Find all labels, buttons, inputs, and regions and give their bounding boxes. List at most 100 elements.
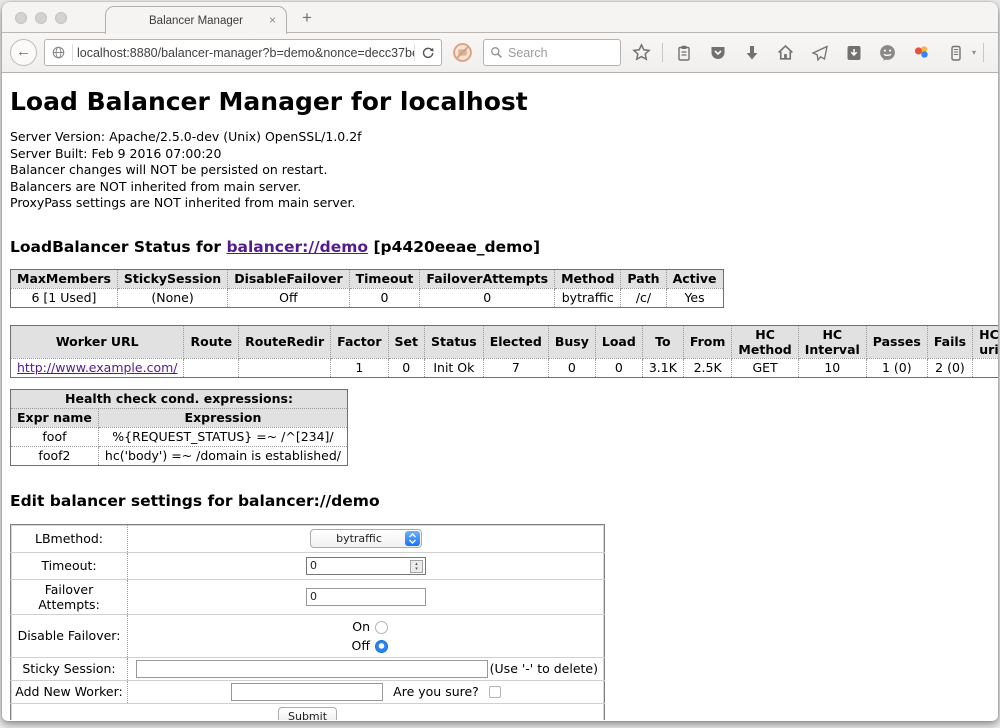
col-expression: Expression bbox=[98, 408, 347, 427]
col-factor: Factor bbox=[331, 325, 388, 358]
cell-hc-interval: 10 bbox=[798, 358, 866, 377]
disable-failover-label: Disable Failover: bbox=[11, 614, 128, 657]
cell-fails: 2 (0) bbox=[927, 358, 972, 377]
col-from: From bbox=[683, 325, 732, 358]
zoom-window-button[interactable] bbox=[55, 12, 67, 24]
col-expr-name: Expr name bbox=[11, 408, 99, 427]
submit-button[interactable]: Submit bbox=[278, 707, 337, 721]
timeout-input[interactable] bbox=[306, 557, 426, 575]
cell-failoverattempts: 0 bbox=[420, 288, 555, 307]
select-stepper-icon bbox=[405, 531, 420, 546]
confirm-label: Are you sure? bbox=[393, 684, 479, 699]
reload-icon[interactable] bbox=[415, 46, 441, 60]
search-bar[interactable] bbox=[483, 39, 621, 66]
form-row-disable-failover: Disable Failover: On Off bbox=[11, 614, 605, 657]
cell-status: Init Ok bbox=[425, 358, 484, 377]
toolbar-divider bbox=[983, 43, 984, 62]
navigation-toolbar: ← localhost:8880/balancer-manager?b=demo… bbox=[2, 33, 998, 73]
form-row-failover-attempts: Failover Attempts: bbox=[11, 579, 605, 614]
form-row-lbmethod: LBmethod: bytraffic bbox=[11, 524, 605, 552]
feedback-smiley-icon[interactable] bbox=[874, 39, 901, 66]
failover-attempts-label: Failover Attempts: bbox=[11, 579, 128, 614]
sticky-session-input[interactable] bbox=[136, 660, 488, 678]
col-disablefailover: DisableFailover bbox=[228, 269, 349, 288]
globe-icon bbox=[45, 45, 72, 60]
table-row: foof2 hc('body') =~ /domain is establish… bbox=[11, 446, 348, 465]
lbmethod-label: LBmethod: bbox=[11, 524, 128, 552]
balancer-demo-link[interactable]: balancer://demo bbox=[226, 238, 368, 256]
col-method: Method bbox=[555, 269, 621, 288]
timeout-label: Timeout: bbox=[11, 552, 128, 579]
cell-expression: hc('body') =~ /domain is established/ bbox=[98, 446, 347, 465]
tab-balancer-manager[interactable]: Balancer Manager × bbox=[105, 6, 287, 34]
disable-failover-on-radio[interactable] bbox=[375, 621, 388, 634]
send-plane-icon[interactable] bbox=[806, 39, 833, 66]
search-input[interactable] bbox=[508, 46, 608, 60]
download-icon[interactable] bbox=[738, 39, 765, 66]
table-header-row: Worker URL Route RouteRedir Factor Set S… bbox=[11, 325, 999, 358]
col-fails: Fails bbox=[927, 325, 972, 358]
menu-hamburger-icon[interactable] bbox=[991, 39, 998, 66]
failover-attempts-input[interactable] bbox=[306, 588, 426, 606]
col-hc-method: HC Method bbox=[732, 325, 798, 358]
color-dots-icon[interactable] bbox=[908, 39, 935, 66]
window-controls[interactable] bbox=[15, 12, 67, 24]
clipboard-icon[interactable] bbox=[670, 39, 697, 66]
toolbar-divider bbox=[662, 43, 663, 62]
form-row-timeout: Timeout: ▴▾ bbox=[11, 552, 605, 579]
cell-disablefailover: Off bbox=[228, 288, 349, 307]
col-stickysession: StickySession bbox=[117, 269, 227, 288]
status-heading-suffix: [p4420eeae_demo] bbox=[368, 238, 540, 256]
pocket-icon[interactable] bbox=[704, 39, 731, 66]
disable-failover-off-radio[interactable] bbox=[375, 640, 388, 653]
tab-bar: Balancer Manager × + bbox=[2, 2, 998, 33]
proxypass-notice-line: ProxyPass settings are NOT inherited fro… bbox=[10, 195, 990, 212]
cell-method: bytraffic bbox=[555, 288, 621, 307]
form-row-submit: Submit bbox=[11, 703, 605, 720]
number-spinner-icon[interactable]: ▴▾ bbox=[410, 560, 423, 573]
cell-path: /c/ bbox=[621, 288, 666, 307]
home-icon[interactable] bbox=[772, 39, 799, 66]
lbmethod-select[interactable]: bytraffic bbox=[310, 529, 422, 548]
col-failoverattempts: FailoverAttempts bbox=[420, 269, 555, 288]
cell-passes: 1 (0) bbox=[866, 358, 927, 377]
cell-expr-name: foof2 bbox=[11, 446, 99, 465]
sticky-session-note: (Use '-' to delete) bbox=[490, 661, 598, 676]
chevron-down-icon[interactable]: ▾ bbox=[972, 48, 976, 57]
add-worker-label: Add New Worker: bbox=[11, 680, 128, 703]
cell-stickysession: (None) bbox=[117, 288, 227, 307]
minimize-window-button[interactable] bbox=[35, 12, 47, 24]
search-icon bbox=[490, 46, 503, 59]
browser-window: Balancer Manager × + ← localhost:8880/ba… bbox=[2, 2, 998, 721]
balancer-status-table: MaxMembers StickySession DisableFailover… bbox=[10, 269, 724, 308]
server-version-line: Server Version: Apache/2.5.0-dev (Unix) … bbox=[10, 129, 990, 146]
url-bar[interactable]: localhost:8880/balancer-manager?b=demo&n… bbox=[44, 39, 442, 66]
edit-balancer-form: LBmethod: bytraffic Timeout: ▴▾ bbox=[10, 524, 605, 721]
are-you-sure-checkbox[interactable] bbox=[489, 686, 501, 698]
form-row-sticky-session: Sticky Session: (Use '-' to delete) bbox=[11, 657, 605, 680]
save-square-icon[interactable] bbox=[840, 39, 867, 66]
col-worker-url: Worker URL bbox=[11, 325, 184, 358]
col-busy: Busy bbox=[548, 325, 595, 358]
back-button[interactable]: ← bbox=[10, 39, 37, 66]
url-text[interactable]: localhost:8880/balancer-manager?b=demo&n… bbox=[73, 46, 414, 60]
col-path: Path bbox=[621, 269, 666, 288]
cell-load: 0 bbox=[595, 358, 642, 377]
tab-close-icon[interactable]: × bbox=[269, 13, 276, 27]
cell-hc-uri bbox=[973, 358, 998, 377]
server-built-line: Server Built: Feb 9 2016 07:00:20 bbox=[10, 146, 990, 163]
content-blocker-icon[interactable] bbox=[449, 39, 476, 66]
table-title-row: Health check cond. expressions: bbox=[11, 389, 348, 408]
worker-url-link[interactable]: http://www.example.com/ bbox=[17, 360, 177, 375]
cell-to: 3.1K bbox=[642, 358, 683, 377]
loadbalancer-status-heading: LoadBalancer Status for balancer://demo … bbox=[10, 238, 990, 256]
col-elected: Elected bbox=[483, 325, 548, 358]
bookmark-star-icon[interactable] bbox=[628, 39, 655, 66]
new-tab-button[interactable]: + bbox=[302, 8, 312, 28]
close-window-button[interactable] bbox=[15, 12, 27, 24]
add-worker-input[interactable] bbox=[231, 683, 383, 701]
col-set: Set bbox=[388, 325, 424, 358]
device-battery-icon[interactable] bbox=[942, 39, 969, 66]
cell-route bbox=[184, 358, 239, 377]
col-to: To bbox=[642, 325, 683, 358]
